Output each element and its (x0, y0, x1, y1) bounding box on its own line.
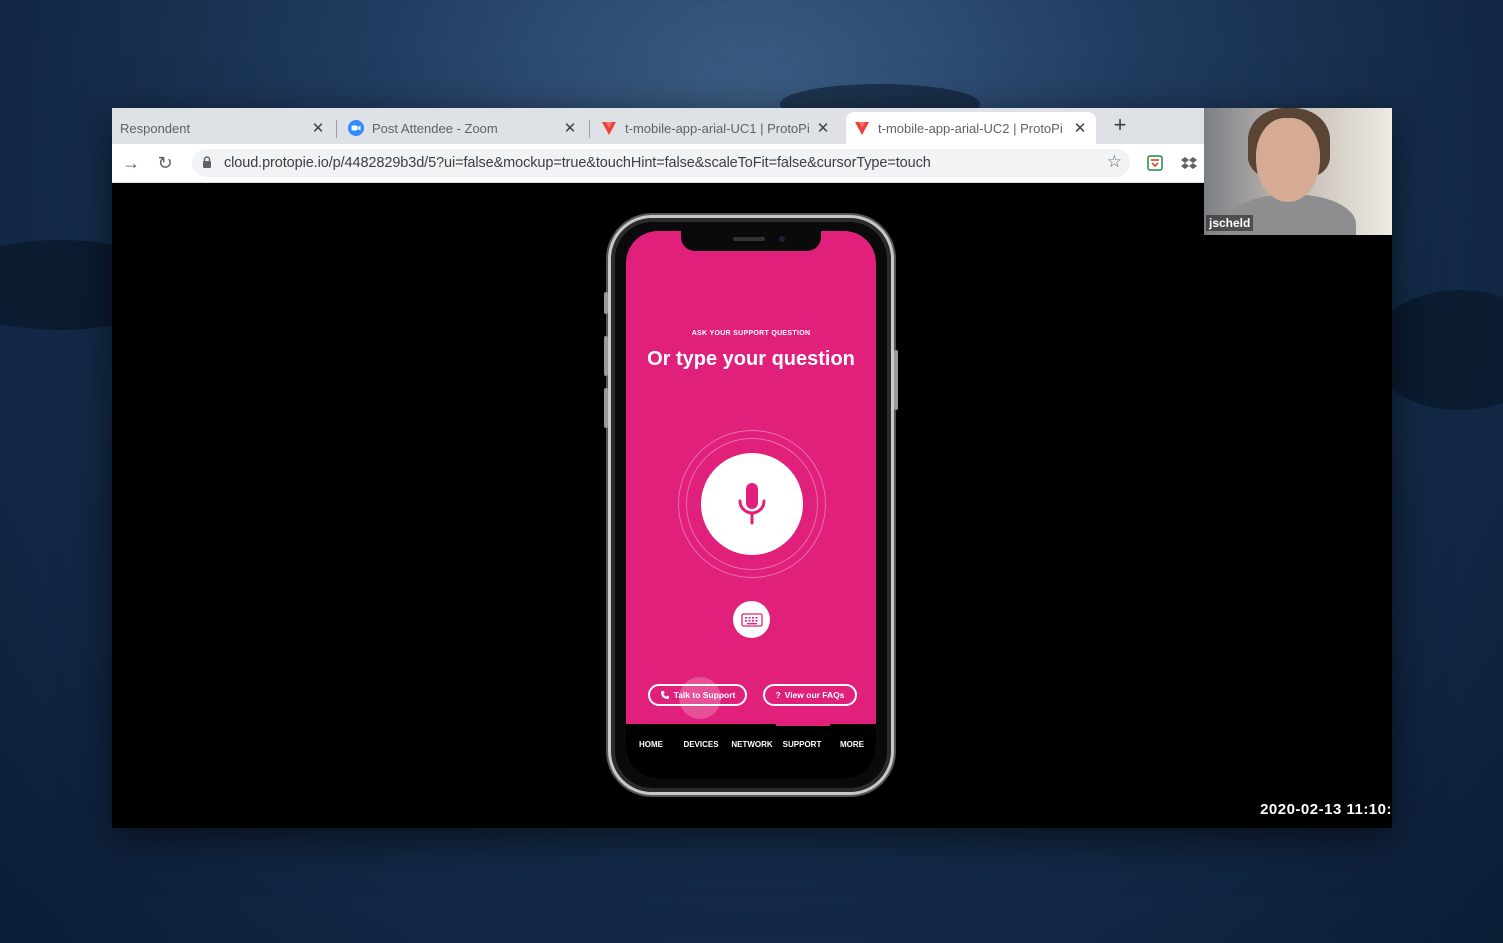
close-icon[interactable]: ✕ (310, 119, 326, 137)
voice-input-button[interactable] (701, 453, 803, 555)
bottom-tab-bar: HOME DEVICES NETWORK SUPPORT MORE (626, 724, 876, 779)
reload-icon[interactable]: ↻ (154, 152, 176, 174)
phone-side-button (604, 336, 608, 376)
eyebrow-text: ASK YOUR SUPPORT QUESTION (691, 330, 811, 337)
tab-title: Post Attendee - Zoom (372, 120, 498, 136)
tab-respondent[interactable]: Respondent ✕ (112, 112, 334, 144)
dropbox-icon[interactable] (1180, 154, 1198, 172)
lock-icon (202, 155, 214, 171)
camera (779, 236, 785, 242)
app-screen: ASK YOUR SUPPORT QUESTION Or type your q… (626, 231, 876, 779)
view-faqs-button[interactable]: ? View our FAQs (763, 684, 857, 706)
browser-toolbar: → ↻ cloud.protopie.io/p/4482829b3d/5?ui=… (112, 144, 1204, 183)
page-viewport: ASK YOUR SUPPORT QUESTION Or type your q… (112, 183, 1392, 828)
extension-icon[interactable] (1146, 154, 1164, 172)
close-icon[interactable]: ✕ (562, 119, 578, 137)
browser-window: Respondent ✕ Post Attendee - Zoom ✕ t-mo… (112, 108, 1392, 828)
tab-title: t-mobile-app-arial-UC2 | ProtoPi (878, 120, 1063, 136)
tab-home[interactable]: HOME (639, 740, 663, 749)
participant-face (1256, 118, 1320, 202)
tab-more[interactable]: MORE (840, 740, 864, 749)
question-icon: ? (775, 690, 781, 700)
tab-strip: Respondent ✕ Post Attendee - Zoom ✕ t-mo… (112, 108, 1204, 144)
tab-protopie-uc1[interactable]: t-mobile-app-arial-UC1 | ProtoPi ✕ (593, 112, 839, 144)
phone-side-button (894, 350, 898, 410)
close-icon[interactable]: ✕ (815, 119, 831, 137)
address-bar[interactable]: cloud.protopie.io/p/4482829b3d/5?ui=fals… (192, 149, 1130, 177)
page-title: Or type your question (647, 348, 855, 370)
forward-icon[interactable]: → (120, 152, 142, 174)
phone-notch (681, 231, 821, 251)
microphone-icon (738, 483, 766, 525)
touch-cursor-indicator (679, 677, 721, 719)
phone-side-button (604, 292, 608, 314)
tab-zoom[interactable]: Post Attendee - Zoom ✕ (340, 112, 586, 144)
tab-devices[interactable]: DEVICES (683, 740, 718, 749)
protopie-icon (854, 120, 870, 136)
participant-name: jscheld (1206, 215, 1254, 231)
tab-protopie-uc2[interactable]: t-mobile-app-arial-UC2 | ProtoPi ✕ (846, 112, 1096, 144)
phone-side-button (604, 388, 608, 428)
phone-mockup: ASK YOUR SUPPORT QUESTION Or type your q… (604, 215, 898, 795)
tab-support[interactable]: SUPPORT (783, 740, 822, 749)
bookmark-star-icon[interactable]: ☆ (1107, 152, 1122, 172)
tab-separator (589, 120, 590, 138)
phone-icon (660, 691, 669, 699)
close-icon[interactable]: ✕ (1072, 119, 1088, 137)
protopie-icon (601, 120, 617, 136)
zoom-icon (348, 120, 364, 136)
active-tab-indicator (776, 724, 830, 726)
recording-timestamp: 2020-02-13 11:10: (1260, 801, 1392, 818)
new-tab-button[interactable]: + (1108, 114, 1132, 138)
keyboard-button[interactable] (733, 601, 770, 638)
tab-title: t-mobile-app-arial-UC1 | ProtoPi (625, 120, 810, 136)
tab-network[interactable]: NETWORK (731, 740, 772, 749)
tab-title: Respondent (120, 120, 191, 136)
url-text: cloud.protopie.io/p/4482829b3d/5?ui=fals… (224, 155, 931, 171)
speaker (733, 237, 765, 241)
keyboard-icon (740, 612, 763, 627)
view-faqs-label: View our FAQs (784, 690, 845, 700)
participant-video: jscheld (1204, 108, 1392, 235)
tab-separator (336, 120, 337, 138)
